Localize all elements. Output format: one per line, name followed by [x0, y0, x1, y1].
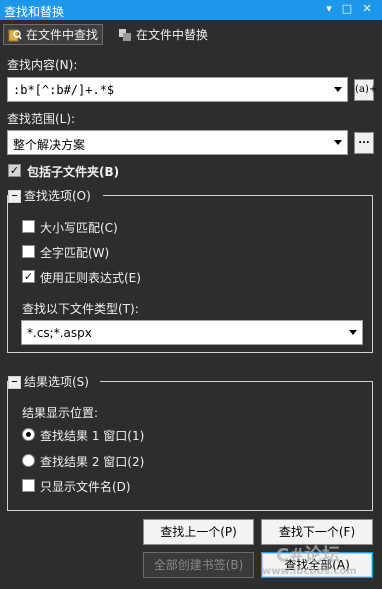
tab-find-label: 在文件中查找 — [26, 28, 99, 42]
results-window-1-radio[interactable] — [22, 428, 35, 441]
collapse-result-options-icon[interactable]: – — [8, 375, 21, 389]
file-types-value: *.cs;*.aspx — [27, 326, 92, 340]
results-window-2-radio[interactable] — [22, 454, 35, 467]
results-window-2-label: 查找结果 2 窗口(2) — [40, 455, 145, 469]
use-regex-checkbox[interactable]: ✓ — [22, 270, 35, 283]
find-previous-button[interactable]: 查找上一个(P) — [143, 519, 254, 545]
find-in-files-icon — [8, 28, 22, 42]
close-icon[interactable]: ✕ — [360, 2, 374, 16]
look-in-value: 整个解决方案 — [13, 138, 86, 152]
group-border — [100, 381, 373, 382]
match-whole-word-checkbox[interactable] — [22, 245, 35, 258]
find-what-label: 查找内容(N): — [7, 58, 78, 72]
maximize-icon[interactable]: □ — [340, 2, 354, 16]
chevron-down-icon[interactable] — [349, 330, 357, 335]
group-border — [103, 195, 373, 196]
tab-bar: 在文件中查找 在文件中替换 — [0, 20, 382, 48]
find-options-header: 查找选项(O) — [24, 189, 91, 203]
watermark-url: www.ibcbbs.com — [262, 566, 357, 577]
bookmark-all-button[interactable]: 全部创建书签(B) — [143, 552, 254, 578]
include-subfolders-label: 包括子文件夹(B) — [27, 165, 120, 179]
title-bar: 查找和替换 ▾ □ ✕ — [0, 0, 382, 20]
file-types-label: 查找以下文件类型(T): — [22, 302, 139, 316]
find-what-value: :b*[^:b#/]+.*$ — [13, 83, 115, 97]
match-case-checkbox[interactable] — [22, 220, 35, 233]
match-whole-word-label: 全字匹配(W) — [40, 246, 110, 260]
chevron-down-icon[interactable] — [334, 87, 342, 92]
replace-in-files-icon — [118, 28, 132, 42]
file-types-combo[interactable]: *.cs;*.aspx — [21, 320, 363, 345]
dropdown-icon[interactable]: ▾ — [322, 2, 336, 16]
match-case-label: 大小写匹配(C) — [40, 221, 118, 235]
chevron-down-icon[interactable] — [334, 140, 342, 145]
tab-replace-in-files[interactable]: 在文件中替换 — [114, 24, 212, 45]
look-in-label: 查找范围(L): — [7, 112, 76, 126]
results-window-1-label: 查找结果 1 窗口(1) — [40, 429, 145, 443]
expression-builder-button[interactable]: (a)+ — [354, 79, 377, 101]
include-subfolders-checkbox[interactable]: ✓ — [8, 164, 21, 177]
file-names-only-checkbox[interactable] — [22, 479, 35, 492]
look-in-combo[interactable]: 整个解决方案 — [7, 130, 348, 155]
file-names-only-label: 只显示文件名(D) — [40, 480, 131, 494]
result-options-header: 结果选项(S) — [24, 375, 89, 389]
window-title: 查找和替换 — [4, 5, 65, 19]
watermark-logo: C#论坛 — [276, 545, 341, 566]
collapse-find-options-icon[interactable]: – — [8, 189, 21, 203]
use-regex-label: 使用正则表达式(E) — [40, 271, 141, 285]
find-what-combo[interactable]: :b*[^:b#/]+.*$ — [7, 77, 348, 102]
result-location-label: 结果显示位置: — [22, 406, 99, 420]
tab-find-in-files[interactable]: 在文件中查找 — [3, 24, 104, 45]
browse-button[interactable]: ... — [354, 132, 374, 154]
tab-replace-label: 在文件中替换 — [136, 28, 209, 42]
